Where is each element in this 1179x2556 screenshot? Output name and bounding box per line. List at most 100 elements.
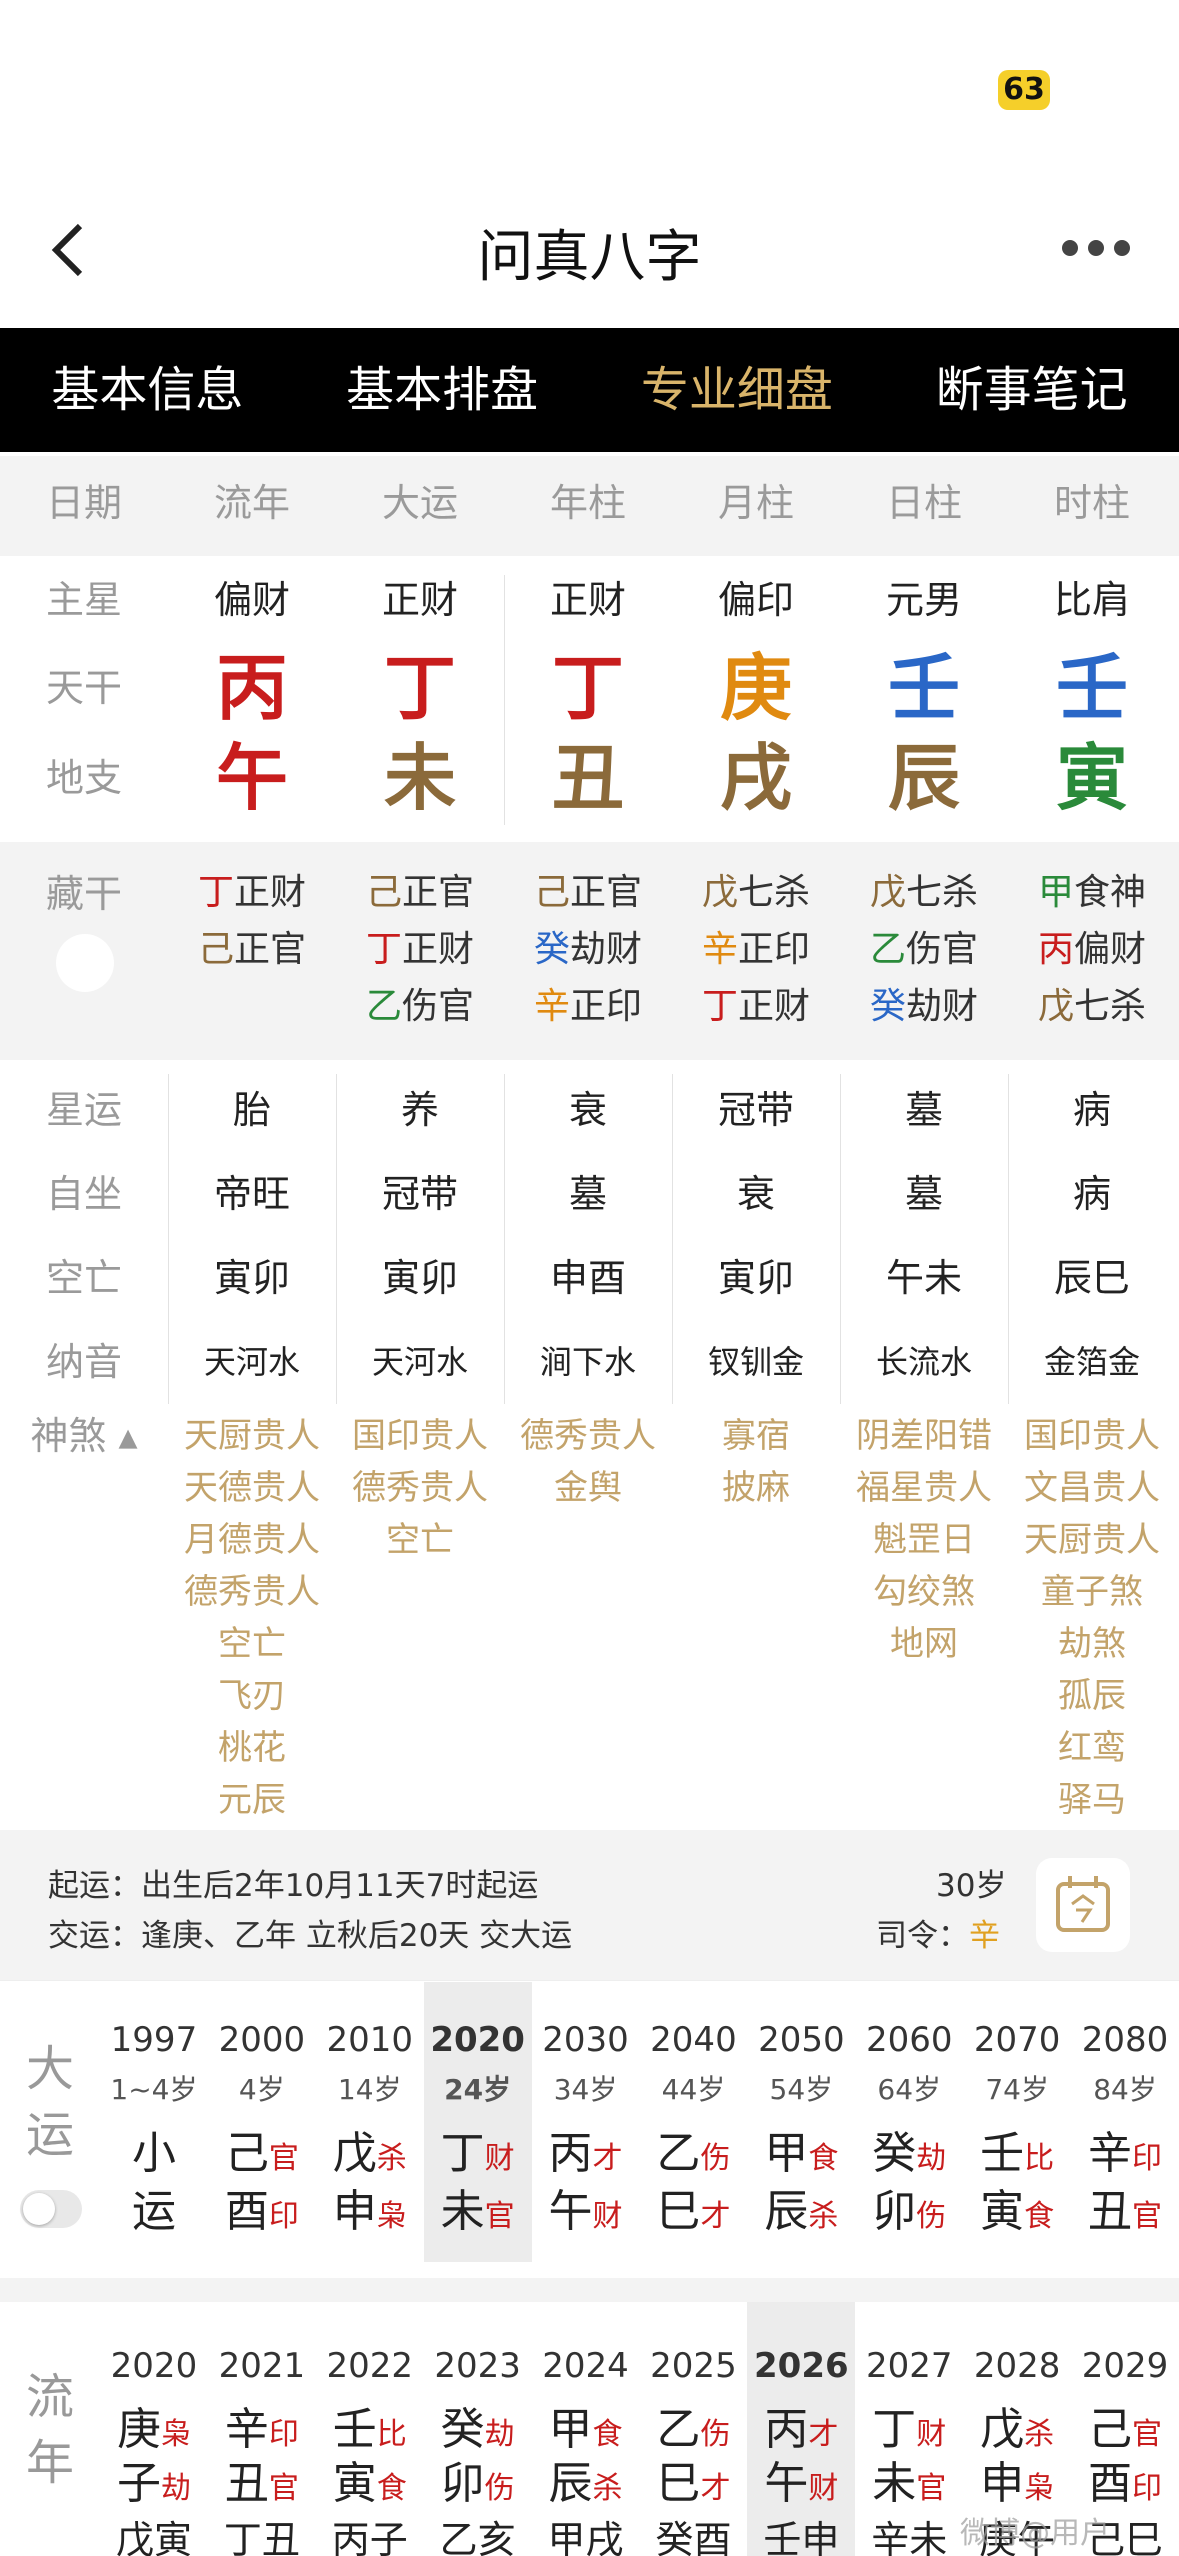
canggan-item: 戊七杀	[840, 864, 1008, 921]
shensha-item: 劫煞	[1058, 1624, 1126, 1664]
canggan-item: 辛正印	[672, 921, 840, 978]
tiangan-cell: 壬	[887, 646, 960, 730]
dayun-year: 2070	[973, 2020, 1061, 2060]
header-cell: 年柱	[549, 481, 626, 525]
liunian-ganzhi: 巳才	[656, 2458, 731, 2509]
canggan-stem: 己	[197, 929, 234, 970]
shensha-item: 红鸾	[1058, 1728, 1126, 1768]
canggan-shishen: 食神	[1074, 872, 1147, 913]
liunian-shishen: 伤	[484, 2471, 515, 2506]
shensha-item: 元辰	[218, 1780, 286, 1820]
info-cell: 天河水	[371, 1343, 468, 1381]
liunian-ganzhi: 卯伤	[440, 2458, 515, 2509]
liunian-ganzhi: 午财	[764, 2458, 839, 2509]
shensha-item: 驿马	[1058, 1780, 1126, 1820]
canggan-stem: 乙	[869, 929, 906, 970]
bazi-grid: 日期 流年 大运 年柱 月柱 日柱 时柱 主星 偏财 正财 正财 偏印 元男 比肩 天干丙丁丁庚壬壬地支午未…	[0, 0, 1179, 2556]
dayun-year: 2040	[650, 2020, 737, 2060]
zhuxing-cell: 偏印	[717, 578, 794, 622]
dayun-ganzhi: 小	[131, 2128, 176, 2179]
watermark: 微博@用户	[960, 2516, 1110, 2551]
info-cell: 墓	[568, 1172, 607, 1216]
shensha-item: 天德贵人	[184, 1468, 320, 1508]
liunian-shishen: 枭	[160, 2417, 191, 2452]
dizhi-cell: 丑	[551, 736, 624, 820]
info-cell: 病	[1072, 1088, 1111, 1132]
info-cell: 金箔金	[1043, 1343, 1140, 1381]
info-cell: 午未	[885, 1256, 962, 1300]
liunian-xiaoyun: 丙子	[331, 2518, 408, 2556]
zhuxing-cell: 偏财	[213, 578, 290, 622]
liunian-shishen: 劫	[160, 2471, 191, 2506]
shensha-item: 桃花	[218, 1728, 286, 1768]
canggan-item: 戊七杀	[672, 864, 840, 921]
pin-button[interactable]	[56, 934, 114, 992]
liunian-ganzhi: 戊杀	[980, 2404, 1055, 2455]
canggan-item: 甲食神	[1008, 864, 1176, 921]
tiangan-cell: 庚	[719, 646, 792, 730]
tiangan-cell: 壬	[1055, 646, 1128, 730]
canggan-shishen: 正财	[402, 929, 475, 970]
liunian-xiaoyun: 癸酉	[655, 2518, 732, 2556]
liunian-ganzhi: 丙才	[764, 2404, 839, 2455]
dayun-age: 54岁	[769, 2073, 834, 2106]
info-cell: 冠带	[381, 1172, 458, 1216]
dayun-ganzhi: 戊杀	[332, 2128, 407, 2179]
liunian-shishen: 杀	[592, 2471, 623, 2506]
canggan-stem: 丁	[365, 929, 402, 970]
liunian-xiaoyun: 壬申	[763, 2518, 840, 2556]
liunian-year: 2028	[973, 2346, 1061, 2386]
shensha-item: 天厨贵人	[1024, 1520, 1160, 1560]
dayun-shishen: 杀	[808, 2199, 839, 2234]
liunian-ganzhi: 癸劫	[440, 2404, 515, 2455]
zhuxing-cell: 元男	[885, 578, 962, 622]
row-label: 空亡	[45, 1256, 122, 1300]
liunian-year: 2027	[865, 2346, 953, 2386]
dayun-year: 2030	[542, 2020, 629, 2060]
canggan-shishen: 劫财	[906, 986, 979, 1027]
dayun-divider	[0, 1980, 1179, 1981]
dayun-shishen: 伤	[700, 2141, 731, 2176]
liunian-shishen: 财	[808, 2471, 839, 2506]
liunian-shishen: 比	[376, 2417, 407, 2452]
canggan-shishen: 正印	[738, 929, 811, 970]
canggan-stem: 癸	[533, 929, 570, 970]
dayun-ganzhi: 丁财	[440, 2128, 515, 2179]
dayun-year: 2000	[218, 2020, 306, 2060]
canggan-stem: 戊	[1037, 986, 1074, 1027]
dayun-shishen: 杀	[376, 2141, 407, 2176]
dayun-age: 24岁	[444, 2073, 512, 2106]
canggan-stem: 己	[533, 872, 570, 913]
liunian-year: 2023	[434, 2346, 521, 2386]
info-cell: 衰	[736, 1172, 775, 1216]
qiyun-age: 30岁	[936, 1868, 1007, 1904]
liunian-year: 2024	[542, 2346, 629, 2386]
row-label: 藏干	[45, 872, 122, 916]
liunian-ganzhi: 辰杀	[548, 2458, 623, 2509]
info-cell: 冠带	[717, 1088, 794, 1132]
dayun-age: 1~4岁	[110, 2073, 198, 2106]
info-cell: 申酉	[549, 1256, 626, 1300]
liunian-shishen: 官	[1132, 2417, 1163, 2452]
dayun-age: 74岁	[985, 2073, 1049, 2106]
qiyun-bg	[0, 1830, 1179, 1980]
info-cell: 病	[1072, 1172, 1111, 1216]
dayun-ganzhi: 辛印	[1088, 2128, 1163, 2179]
dayun-ganzhi: 未官	[440, 2186, 515, 2237]
dayun-toggle[interactable]	[20, 2190, 82, 2228]
canggan-shishen: 正财	[234, 872, 307, 913]
canggan-shishen: 正官	[402, 872, 475, 913]
calendar-button[interactable]	[1036, 1858, 1130, 1952]
canggan-shishen: 七杀	[738, 872, 811, 913]
liunian-shishen: 印	[268, 2417, 299, 2452]
dayun-age: 14岁	[337, 2073, 402, 2106]
dayun-year: 2080	[1081, 2020, 1169, 2060]
row-label: 天干	[45, 666, 122, 710]
info-cell: 胎	[232, 1088, 271, 1132]
shensha-item: 德秀贵人	[352, 1468, 488, 1508]
dizhi-cell: 未	[383, 736, 456, 820]
canggan-shishen: 伤官	[906, 929, 979, 970]
dayun-ganzhi: 癸劫	[872, 2128, 947, 2179]
canggan-stem: 己	[365, 872, 402, 913]
canggan-item: 乙伤官	[336, 978, 504, 1035]
